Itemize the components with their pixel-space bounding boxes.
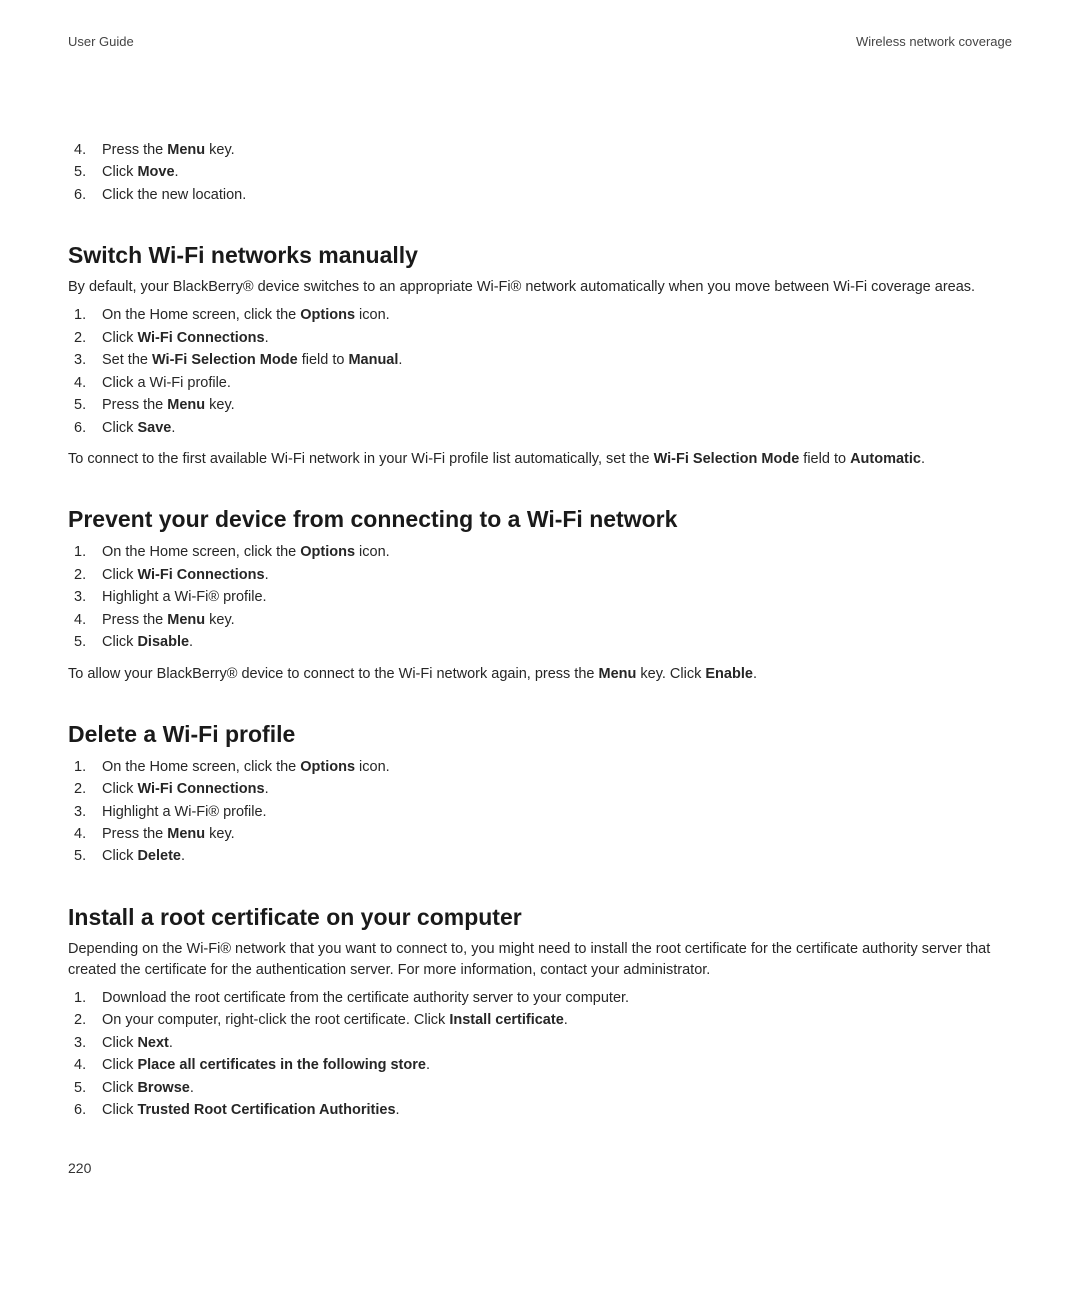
step-number: 5. <box>74 161 86 183</box>
bold-term: Options <box>300 544 355 560</box>
step-number: 2. <box>74 564 86 586</box>
list-item: 6.Click the new location. <box>68 184 1012 206</box>
bold-term: Wi-Fi Connections <box>137 567 264 583</box>
list-item: 6.Click Trusted Root Certification Autho… <box>68 1099 1012 1121</box>
step-number: 4. <box>74 1054 86 1076</box>
bold-term: Wi-Fi Selection Mode <box>152 352 298 368</box>
step-number: 3. <box>74 1032 86 1054</box>
list-item: 5.Press the Menu key. <box>68 394 1012 416</box>
list-item: 4.Press the Menu key. <box>68 139 1012 161</box>
delete-steps: 1.On the Home screen, click the Options … <box>68 756 1012 868</box>
step-number: 6. <box>74 1099 86 1121</box>
section-intro-install: Depending on the Wi-Fi® network that you… <box>68 939 1012 981</box>
list-item: 6.Click Save. <box>68 417 1012 439</box>
bold-term: Manual <box>348 352 398 368</box>
bold-term: Trusted Root Certification Authorities <box>137 1102 395 1118</box>
step-number: 1. <box>74 756 86 778</box>
bold-term: Wi-Fi Connections <box>137 781 264 797</box>
install-steps: 1.Download the root certificate from the… <box>68 987 1012 1122</box>
intro-steps: 4.Press the Menu key.5.Click Move.6.Clic… <box>68 139 1012 206</box>
header-left: User Guide <box>68 34 134 49</box>
list-item: 5.Click Browse. <box>68 1077 1012 1099</box>
list-item: 4.Press the Menu key. <box>68 609 1012 631</box>
step-number: 4. <box>74 372 86 394</box>
step-number: 5. <box>74 394 86 416</box>
bold-term: Options <box>300 307 355 323</box>
step-number: 4. <box>74 139 86 161</box>
bold-term: Menu <box>167 142 205 158</box>
bold-term: Menu <box>167 397 205 413</box>
section-heading-prevent: Prevent your device from connecting to a… <box>68 506 1012 533</box>
page-number: 220 <box>68 1160 91 1176</box>
switch-steps: 1.On the Home screen, click the Options … <box>68 304 1012 439</box>
step-number: 3. <box>74 349 86 371</box>
list-item: 2.Click Wi-Fi Connections. <box>68 778 1012 800</box>
bold-term: Install certificate <box>449 1012 563 1028</box>
step-number: 6. <box>74 417 86 439</box>
bold-term: Menu <box>167 826 205 842</box>
list-item: 5.Click Disable. <box>68 631 1012 653</box>
document-page: User Guide Wireless network coverage 4.P… <box>0 0 1080 1296</box>
step-number: 2. <box>74 327 86 349</box>
list-item: 4.Click a Wi-Fi profile. <box>68 372 1012 394</box>
list-item: 3.Highlight a Wi-Fi® profile. <box>68 586 1012 608</box>
prevent-tail: To allow your BlackBerry® device to conn… <box>68 664 1012 685</box>
bold-term: Place all certificates in the following … <box>137 1057 425 1073</box>
bold-term: Wi-Fi Connections <box>137 330 264 346</box>
bold-term: Disable <box>137 634 189 650</box>
section-heading-install: Install a root certificate on your compu… <box>68 904 1012 931</box>
list-item: 1.On the Home screen, click the Options … <box>68 756 1012 778</box>
list-item: 3.Set the Wi-Fi Selection Mode field to … <box>68 349 1012 371</box>
list-item: 1.Download the root certificate from the… <box>68 987 1012 1009</box>
step-number: 2. <box>74 778 86 800</box>
list-item: 4.Press the Menu key. <box>68 823 1012 845</box>
list-item: 5.Click Delete. <box>68 845 1012 867</box>
section-intro-switch: By default, your BlackBerry® device swit… <box>68 277 1012 298</box>
bold-term: Delete <box>137 848 181 864</box>
step-number: 5. <box>74 1077 86 1099</box>
list-item: 3.Highlight a Wi-Fi® profile. <box>68 801 1012 823</box>
bold-term: Save <box>137 420 171 436</box>
step-number: 5. <box>74 631 86 653</box>
bold-term: Move <box>137 164 174 180</box>
section-heading-delete: Delete a Wi-Fi profile <box>68 721 1012 748</box>
step-number: 3. <box>74 586 86 608</box>
step-number: 2. <box>74 1009 86 1031</box>
bold-term: Menu <box>167 612 205 628</box>
step-number: 1. <box>74 541 86 563</box>
bold-term: Browse <box>137 1080 189 1096</box>
step-number: 1. <box>74 304 86 326</box>
step-number: 4. <box>74 609 86 631</box>
step-number: 6. <box>74 184 86 206</box>
prevent-steps: 1.On the Home screen, click the Options … <box>68 541 1012 653</box>
list-item: 2.On your computer, right-click the root… <box>68 1009 1012 1031</box>
list-item: 3.Click Next. <box>68 1032 1012 1054</box>
step-number: 1. <box>74 987 86 1009</box>
step-number: 5. <box>74 845 86 867</box>
switch-tail: To connect to the first available Wi-Fi … <box>68 449 1012 470</box>
bold-term: Options <box>300 759 355 775</box>
list-item: 1.On the Home screen, click the Options … <box>68 541 1012 563</box>
bold-term: Next <box>137 1035 168 1051</box>
list-item: 2.Click Wi-Fi Connections. <box>68 564 1012 586</box>
list-item: 1.On the Home screen, click the Options … <box>68 304 1012 326</box>
step-number: 3. <box>74 801 86 823</box>
list-item: 5.Click Move. <box>68 161 1012 183</box>
section-heading-switch: Switch Wi-Fi networks manually <box>68 242 1012 269</box>
list-item: 2.Click Wi-Fi Connections. <box>68 327 1012 349</box>
step-number: 4. <box>74 823 86 845</box>
header-right: Wireless network coverage <box>856 34 1012 49</box>
page-header: User Guide Wireless network coverage <box>68 34 1012 49</box>
list-item: 4.Click Place all certificates in the fo… <box>68 1054 1012 1076</box>
